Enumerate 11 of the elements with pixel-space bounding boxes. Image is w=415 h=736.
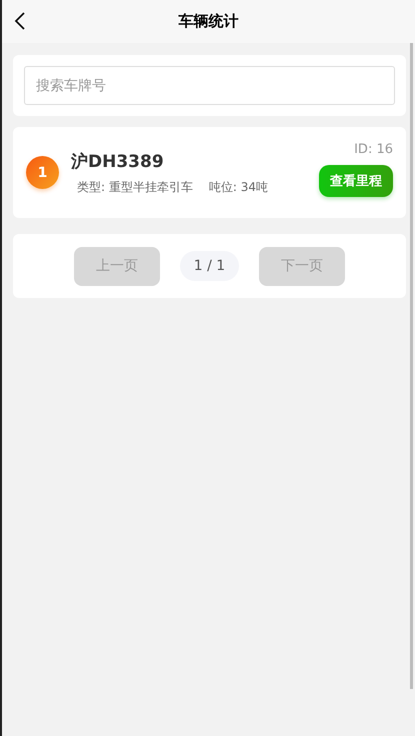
page-indicator: 1 / 1 [180, 251, 240, 281]
scrollbar[interactable] [410, 43, 413, 689]
back-icon[interactable] [14, 12, 26, 30]
search-field[interactable]: 搜索车牌号 [24, 66, 395, 105]
index-badge: 1 [26, 156, 59, 189]
view-mileage-button[interactable]: 查看里程 [319, 165, 393, 197]
vehicle-id: ID: 16 [354, 142, 393, 157]
page-title: 车辆统计 [178, 12, 238, 31]
plate-number: 沪DH3389 [71, 150, 165, 172]
vehicle-type: 类型: 重型半挂牵引车 [77, 178, 193, 196]
vehicle-tonnage: 吨位: 34吨 [208, 178, 268, 196]
